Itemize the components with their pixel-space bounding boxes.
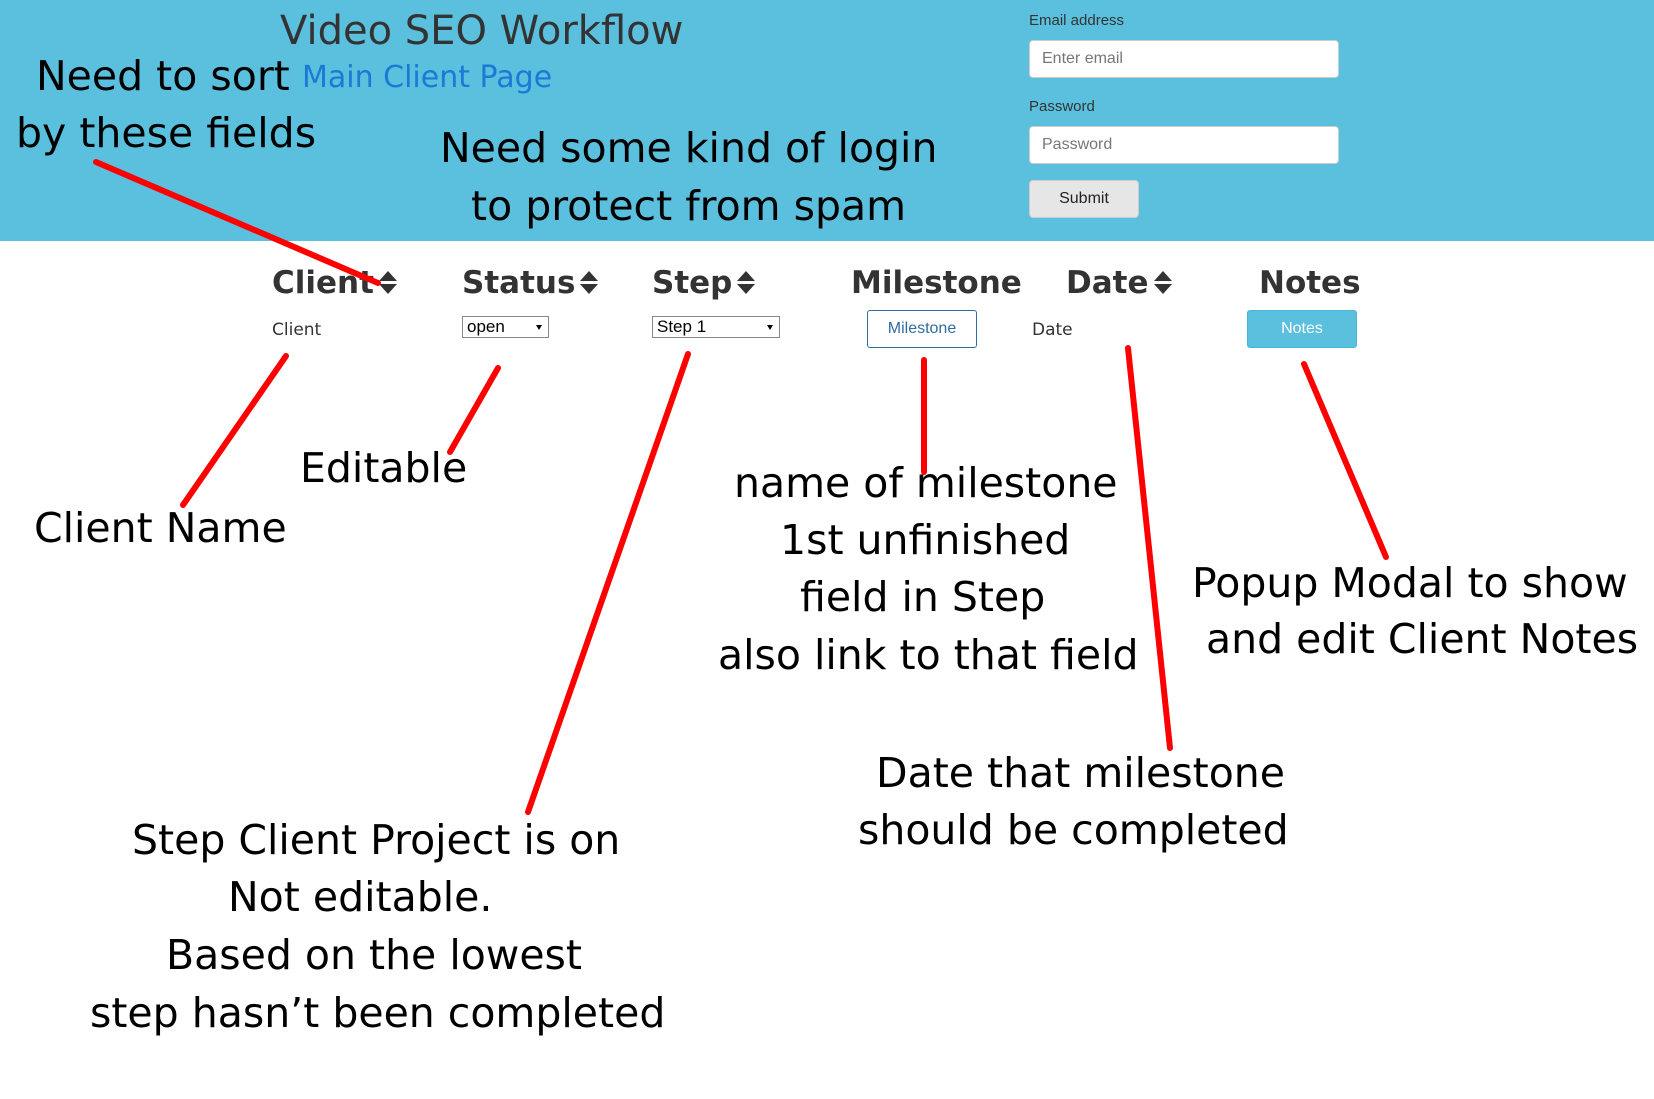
step-select-value: Step 1: [657, 317, 707, 336]
status-select-value: open: [467, 317, 505, 336]
annotation-milestone-line1: name of milestone: [734, 459, 1118, 507]
arrow-line-step: [525, 351, 691, 815]
sort-icon[interactable]: [736, 271, 756, 295]
annotation-login-line2: to protect from spam: [471, 182, 907, 230]
annotation-date-line2: should be completed: [858, 806, 1289, 854]
client-cell: Client: [272, 320, 322, 340]
annotation-step-line4: step hasn’t been completed: [90, 989, 666, 1037]
annotation-sort-line1: Need to sort: [36, 52, 290, 100]
annotation-notes-line2: and edit Client Notes: [1206, 615, 1639, 663]
submit-button[interactable]: Submit: [1029, 180, 1139, 218]
email-input[interactable]: [1029, 40, 1339, 78]
date-header-label: Date: [1066, 265, 1149, 301]
notes-header-label: Notes: [1259, 265, 1361, 301]
main-client-page-link[interactable]: Main Client Page: [302, 60, 552, 95]
chevron-down-icon: [536, 325, 542, 330]
date-cell: Date: [1032, 320, 1073, 340]
annotation-milestone-line3: field in Step: [800, 573, 1046, 621]
email-label: Email address: [1029, 12, 1125, 29]
sort-icon[interactable]: [378, 271, 398, 295]
milestone-button[interactable]: Milestone: [867, 310, 977, 348]
date-column-header[interactable]: Date: [1066, 265, 1173, 301]
annotation-sort-line2: by these fields: [16, 109, 317, 157]
arrow-line-notes: [1301, 361, 1389, 560]
annotation-notes-line1: Popup Modal to show: [1192, 559, 1628, 607]
notes-column-header: Notes: [1259, 265, 1361, 301]
arrow-line-date: [1125, 345, 1173, 751]
step-column-header[interactable]: Step: [652, 265, 756, 301]
step-select[interactable]: Step 1: [652, 316, 780, 338]
sort-icon[interactable]: [1153, 271, 1173, 295]
password-input[interactable]: [1029, 126, 1339, 164]
status-column-header[interactable]: Status: [462, 265, 599, 301]
password-label: Password: [1029, 98, 1095, 115]
chevron-down-icon: [767, 325, 773, 330]
status-header-label: Status: [462, 265, 576, 301]
annotation-date-line1: Date that milestone: [876, 749, 1285, 797]
annotation-step-line2: Not editable.: [228, 873, 493, 921]
annotation-step-line3: Based on the lowest: [166, 931, 582, 979]
client-header-label: Client: [272, 265, 374, 301]
app-title: Video SEO Workflow: [280, 8, 684, 54]
step-header-label: Step: [652, 265, 733, 301]
arrow-line-client: [180, 353, 289, 508]
annotation-editable: Editable: [300, 444, 468, 492]
status-select[interactable]: open: [462, 316, 549, 338]
annotation-milestone-line2: 1st unfinished: [780, 516, 1071, 564]
milestone-column-header: Milestone: [851, 265, 1022, 301]
annotation-milestone-line4: also link to that field: [718, 631, 1139, 679]
notes-button[interactable]: Notes: [1247, 310, 1357, 348]
client-column-header[interactable]: Client: [272, 265, 398, 301]
sort-icon[interactable]: [579, 271, 599, 295]
milestone-header-label: Milestone: [851, 265, 1022, 301]
annotation-login-line1: Need some kind of login: [440, 124, 938, 172]
annotation-step-line1: Step Client Project is on: [132, 816, 621, 864]
annotation-client-name: Client Name: [34, 504, 287, 552]
